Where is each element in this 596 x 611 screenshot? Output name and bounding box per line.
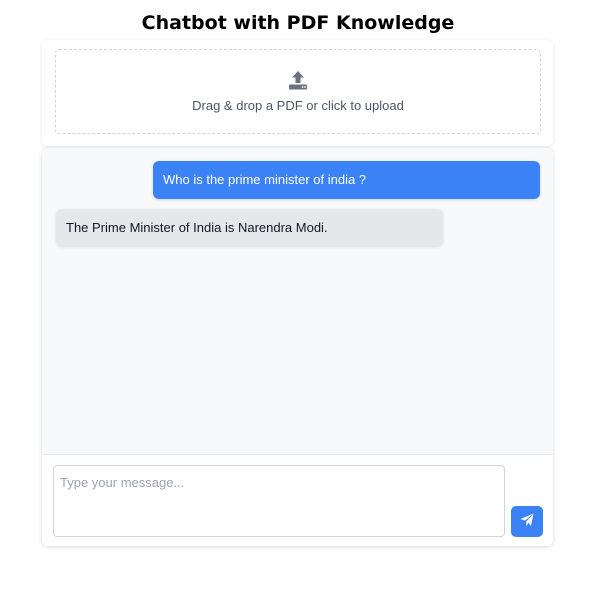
- upload-icon: [288, 70, 308, 98]
- upload-card: Drag & drop a PDF or click to upload: [42, 40, 553, 146]
- dropzone-label: Drag & drop a PDF or click to upload: [192, 98, 404, 113]
- message-input[interactable]: [53, 465, 505, 537]
- send-icon: [520, 513, 534, 530]
- user-message: Who is the prime minister of india ?: [153, 161, 540, 199]
- send-button[interactable]: [511, 506, 543, 537]
- bot-message: The Prime Minister of India is Narendra …: [56, 209, 443, 246]
- message-list[interactable]: Who is the prime minister of india ? The…: [42, 148, 553, 454]
- pdf-dropzone[interactable]: Drag & drop a PDF or click to upload: [55, 49, 541, 134]
- chat-panel: Who is the prime minister of india ? The…: [42, 148, 553, 546]
- page-title: Chatbot with PDF Knowledge: [141, 12, 455, 34]
- composer: [42, 454, 553, 546]
